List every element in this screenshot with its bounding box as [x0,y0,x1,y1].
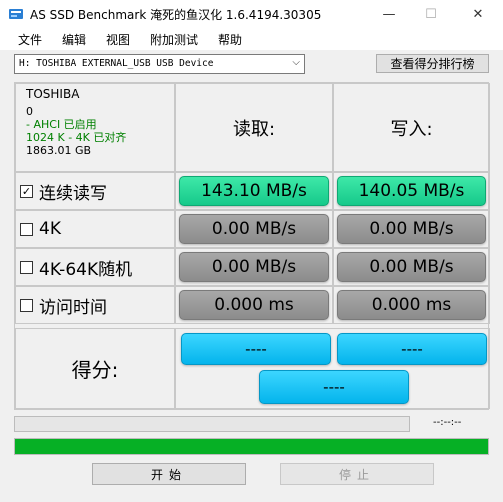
drive-name: TOSHIBA [26,87,80,101]
results-panel: TOSHIBA 0 - AHCI 已启用 1024 K - 4K 已对齐 186… [14,82,490,410]
elapsed-time: --:--:-- [433,417,462,428]
access-write-result: 0.000 ms [337,290,486,320]
row-seq-label: 连续读写 [39,183,107,204]
overall-progress-bar [14,438,489,455]
4k-write-cell: 0.00 MB/s [333,210,490,248]
alignment-status: 1024 K - 4K 已对齐 [26,131,127,144]
row-4k[interactable]: 4K [15,210,175,248]
device-select[interactable]: H: TOSHIBA EXTERNAL_USB USB Device ⌵ [14,54,305,74]
checkbox-access[interactable] [20,298,33,312]
row-access[interactable]: 访问时间 [15,286,175,324]
close-icon[interactable]: ✕ [455,0,501,28]
seq-write-result: 140.05 MB/s [337,176,486,206]
menu-view[interactable]: 视图 [106,31,130,48]
seq-write-cell: 140.05 MB/s [333,172,490,210]
drive-size: 1863.01 GB [26,144,92,157]
stop-button[interactable]: 停止 [280,463,434,485]
menu-help[interactable]: 帮助 [218,31,242,48]
checkbox-seq[interactable]: ✓ [20,184,33,198]
row-access-label: 访问时间 [39,297,107,318]
4k-read-result: 0.00 MB/s [179,214,329,244]
score-area: ---- ---- ---- [175,328,490,409]
score-read: ---- [181,333,331,365]
drive-info: TOSHIBA 0 - AHCI 已启用 1024 K - 4K 已对齐 186… [15,83,175,172]
view-ranking-button[interactable]: 查看得分排行榜 [376,54,489,73]
row-4k-label: 4K [39,219,61,239]
score-total: ---- [259,370,409,404]
4k64-read-cell: 0.00 MB/s [175,248,333,286]
menu-bar: 文件 编辑 视图 附加测试 帮助 [0,28,503,50]
access-read-result: 0.000 ms [179,290,329,320]
window-title: AS SSD Benchmark 淹死的鱼汉化 1.6.4194.30305 [30,8,322,22]
start-button[interactable]: 开始 [92,463,246,485]
test-progress-bar [14,416,410,432]
chevron-down-icon: ⌵ [292,57,300,68]
menu-file[interactable]: 文件 [18,31,42,48]
4k64-write-result: 0.00 MB/s [337,252,486,282]
ahci-status: - AHCI 已启用 [26,118,97,131]
minimize-icon[interactable]: — [366,0,412,28]
4k-write-result: 0.00 MB/s [337,214,486,244]
drive-id: 0 [26,105,33,118]
checkbox-4k64[interactable] [20,260,33,274]
device-select-value: H: TOSHIBA EXTERNAL_USB USB Device [19,58,214,69]
score-label: 得分: [15,328,175,409]
score-write: ---- [337,333,487,365]
overall-progress-fill [15,439,488,454]
row-4k64[interactable]: 4K-64K随机 [15,248,175,286]
access-read-cell: 0.000 ms [175,286,333,324]
maximize-icon[interactable]: ☐ [408,0,454,28]
access-write-cell: 0.000 ms [333,286,490,324]
row-4k64-label: 4K-64K随机 [39,259,133,280]
row-seq[interactable]: ✓ 连续读写 [15,172,175,210]
4k64-read-result: 0.00 MB/s [179,252,329,282]
checkbox-4k[interactable] [20,222,33,236]
menu-edit[interactable]: 编辑 [62,31,86,48]
app-icon [9,9,23,19]
write-header: 写入: [333,83,490,172]
menu-extra-tests[interactable]: 附加测试 [150,31,198,48]
4k-read-cell: 0.00 MB/s [175,210,333,248]
seq-read-cell: 143.10 MB/s [175,172,333,210]
read-header: 读取: [175,83,333,172]
title-bar: AS SSD Benchmark 淹死的鱼汉化 1.6.4194.30305 —… [0,0,503,28]
4k64-write-cell: 0.00 MB/s [333,248,490,286]
seq-read-result: 143.10 MB/s [179,176,329,206]
